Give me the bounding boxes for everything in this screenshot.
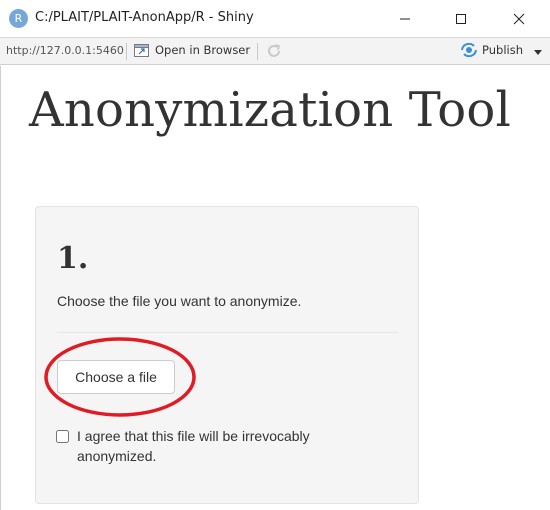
maximize-icon xyxy=(456,13,466,24)
url-text[interactable]: http://127.0.0.1:5460 xyxy=(6,44,124,57)
refresh-icon xyxy=(268,44,281,57)
publish-label: Publish xyxy=(482,43,523,57)
agree-checkbox[interactable] xyxy=(56,430,69,443)
maximize-button[interactable] xyxy=(438,0,484,37)
refresh-button[interactable] xyxy=(266,43,282,64)
step-description: Choose the file you want to anonymize. xyxy=(57,293,302,309)
agree-label: I agree that this file will be irrevocab… xyxy=(77,428,310,464)
minimize-button[interactable] xyxy=(382,0,428,37)
step-number: 1. xyxy=(57,241,89,276)
minimize-icon xyxy=(400,18,410,19)
close-icon xyxy=(513,13,525,24)
agree-checkbox-row[interactable]: I agree that this file will be irrevocab… xyxy=(56,426,376,466)
open-in-browser-button[interactable]: Open in Browser xyxy=(134,43,250,57)
window-title: C:/PLAIT/PLAIT-AnonApp/R - Shiny xyxy=(35,10,254,25)
step-panel: 1. Choose the file you want to anonymize… xyxy=(35,206,419,504)
close-button[interactable] xyxy=(496,0,542,37)
page-title: Anonymization Tool xyxy=(29,82,512,138)
app-content: Anonymization Tool 1. Choose the file yo… xyxy=(0,66,550,510)
toolbar-divider xyxy=(257,43,258,60)
toolbar-divider xyxy=(126,43,127,60)
chevron-down-icon[interactable] xyxy=(534,50,542,55)
open-in-browser-label: Open in Browser xyxy=(155,43,251,57)
window-title-bar: R C:/PLAIT/PLAIT-AnonApp/R - Shiny xyxy=(0,0,550,37)
publish-button[interactable]: Publish xyxy=(461,43,523,57)
r-app-icon: R xyxy=(9,9,28,28)
divider xyxy=(57,332,398,333)
choose-file-button[interactable]: Choose a file xyxy=(57,360,175,394)
viewer-toolbar: http://127.0.0.1:5460 Open in Browser Pu… xyxy=(0,37,550,65)
open-browser-icon xyxy=(134,43,149,57)
publish-icon xyxy=(461,43,477,57)
